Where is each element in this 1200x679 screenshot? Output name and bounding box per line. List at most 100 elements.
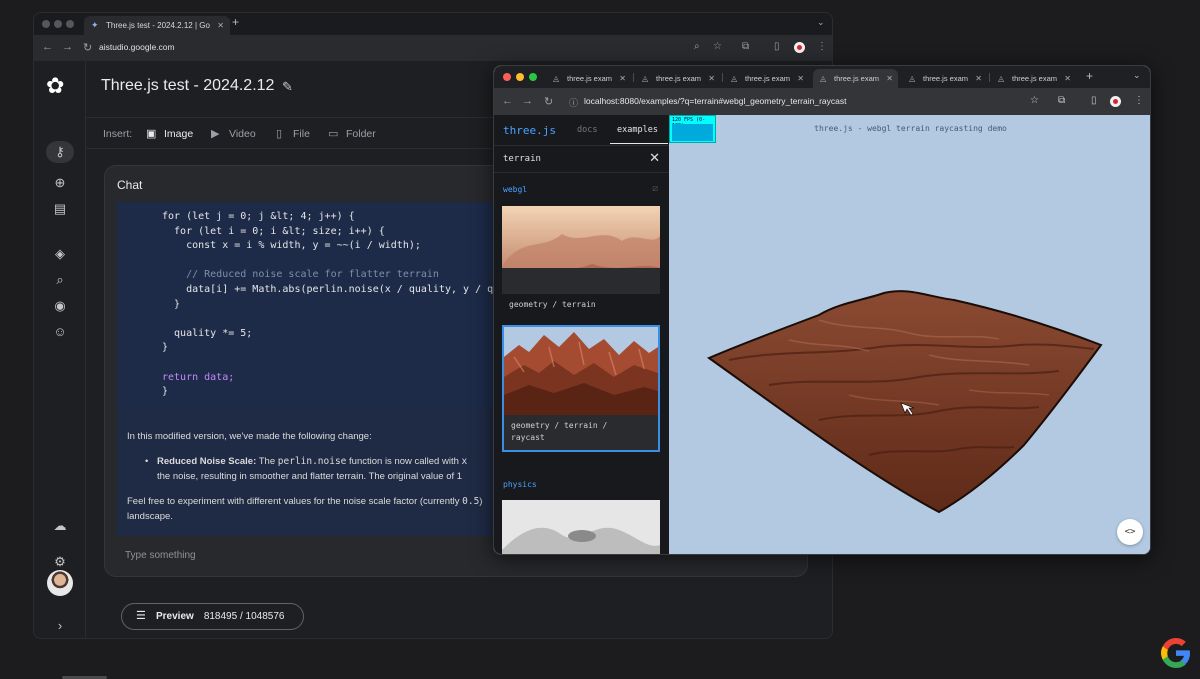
- tab-search-icon[interactable]: ⌄: [817, 17, 825, 28]
- browser-tab-active[interactable]: ✦ Three.js test - 2024.2.12 | Go ✕: [84, 16, 230, 35]
- cloud-icon[interactable]: ☁: [52, 518, 68, 534]
- back-icon[interactable]: ←: [502, 95, 513, 107]
- close-window-dot[interactable]: [42, 20, 50, 28]
- open-source-icon[interactable]: ⧄: [652, 183, 658, 194]
- profile-avatar[interactable]: [1110, 96, 1121, 107]
- inline-code: perlin.noise: [277, 456, 347, 467]
- profile-avatar[interactable]: [794, 42, 805, 53]
- bullet-dot: •: [145, 456, 149, 467]
- zoom-window-dot[interactable]: [66, 20, 74, 28]
- prompt-title: Three.js test - 2024.2.12: [101, 77, 275, 94]
- address-bar: ← → ↻ aistudio.google.com ⌕ ☆ ⧉ ▯ ⋮: [34, 35, 832, 61]
- browser-tab[interactable]: ◬ three.js exam ✕: [635, 69, 720, 88]
- code-line: for (let i = 0; i &lt; size; i++) {: [162, 225, 385, 237]
- docs-search-icon[interactable]: ⌕: [52, 272, 68, 288]
- browser-tab[interactable]: ◬ three.js exam ✕: [724, 69, 809, 88]
- folder-icon[interactable]: ▭: [328, 127, 338, 140]
- bookmark-star-icon[interactable]: ☆: [713, 41, 722, 52]
- browser-tab-active[interactable]: ◬ three.js exam ✕: [813, 69, 898, 88]
- chat-input[interactable]: Type something: [125, 550, 196, 561]
- example-search[interactable]: terrain ✕: [494, 145, 669, 173]
- discord-icon[interactable]: ☺: [52, 324, 68, 340]
- new-tab-icon[interactable]: +: [232, 15, 239, 29]
- reload-icon[interactable]: ↻: [83, 41, 92, 54]
- tutorial-icon[interactable]: ◈: [52, 246, 68, 262]
- reload-icon[interactable]: ↻: [544, 95, 553, 108]
- threejs-logo[interactable]: three.js: [503, 124, 556, 137]
- video-icon[interactable]: ▶: [211, 127, 219, 140]
- view-source-button[interactable]: <>: [1117, 519, 1143, 545]
- image-icon[interactable]: ▣: [146, 127, 156, 140]
- close-window-dot[interactable]: [503, 73, 511, 81]
- minimize-window-dot[interactable]: [516, 73, 524, 81]
- preview-button[interactable]: ☰ Preview 818495 / 1048576: [121, 603, 304, 630]
- ai-studio-logo-icon[interactable]: ✿: [46, 73, 64, 99]
- closing-text: Feel free to experiment with different v…: [127, 496, 460, 507]
- insert-folder-button[interactable]: Folder: [346, 128, 376, 140]
- closing-line-2: landscape.: [127, 511, 173, 522]
- browser-tab[interactable]: ◬ three.js exam ✕: [546, 69, 631, 88]
- tab-title: three.js exam: [567, 74, 613, 83]
- create-new-icon[interactable]: ⊕: [52, 175, 68, 191]
- example-card-physics[interactable]: [502, 500, 660, 554]
- back-icon[interactable]: ←: [42, 41, 53, 53]
- close-tab-icon[interactable]: ✕: [619, 69, 626, 88]
- lightbulb-icon[interactable]: ◉: [52, 298, 68, 314]
- category-webgl: webgl: [503, 185, 528, 194]
- side-panel-icon[interactable]: ▯: [774, 41, 780, 52]
- 3d-viewport[interactable]: three.js - webgl terrain raycasting demo…: [669, 115, 1151, 555]
- chat-header: Chat: [117, 178, 143, 192]
- forward-icon[interactable]: →: [62, 41, 73, 53]
- browser-tab[interactable]: ◬ three.js exam ✕: [902, 69, 987, 88]
- expand-rail-chevron-icon[interactable]: ›: [52, 618, 68, 634]
- extensions-icon[interactable]: ⧉: [1058, 95, 1065, 106]
- minimize-window-dot[interactable]: [54, 20, 62, 28]
- browser-tab[interactable]: ◬ three.js exam ✕: [991, 69, 1076, 88]
- file-icon[interactable]: ▯: [276, 127, 282, 140]
- extensions-icon[interactable]: ⧉: [742, 41, 749, 52]
- site-info-icon[interactable]: ⓘ: [569, 96, 578, 109]
- google-logo-icon: [1161, 638, 1190, 668]
- fps-stats-panel[interactable]: 120 FPS (0-120): [669, 115, 716, 143]
- insert-video-button[interactable]: Video: [229, 128, 256, 140]
- library-icon[interactable]: ▤: [52, 201, 68, 217]
- settings-gear-icon[interactable]: ⚙: [52, 554, 68, 570]
- close-tab-icon[interactable]: ✕: [708, 69, 715, 88]
- physics-thumbnail: [502, 500, 660, 554]
- tab-examples[interactable]: examples: [617, 125, 658, 135]
- bookmark-star-icon[interactable]: ☆: [1030, 95, 1039, 106]
- side-panel-icon[interactable]: ▯: [1091, 95, 1097, 106]
- insert-image-button[interactable]: Image: [164, 128, 193, 140]
- tab-docs[interactable]: docs: [577, 125, 597, 135]
- tab-title: Three.js test - 2024.2.12 | Go: [106, 21, 210, 30]
- threejs-favicon-icon: ◬: [642, 74, 649, 83]
- close-tab-icon[interactable]: ✕: [1064, 69, 1071, 88]
- code-line: const x = i % width, y = ~~(i / width);: [162, 240, 421, 252]
- url-field[interactable]: aistudio.google.com: [99, 42, 175, 52]
- browser-menu-icon[interactable]: ⋮: [1134, 95, 1144, 106]
- close-tab-icon[interactable]: ✕: [975, 69, 982, 88]
- insert-file-button[interactable]: File: [293, 128, 310, 140]
- edit-title-pencil-icon[interactable]: ✎: [282, 79, 293, 95]
- zoom-icon[interactable]: ⌕: [694, 41, 700, 52]
- card-caption-line-2: raycast: [511, 433, 545, 442]
- user-avatar[interactable]: [47, 570, 73, 596]
- tab-search-icon[interactable]: ⌄: [1133, 70, 1141, 81]
- terrain-thumbnail: [502, 206, 660, 268]
- example-card-terrain[interactable]: geometry / terrain: [502, 206, 660, 309]
- zoom-window-dot[interactable]: [529, 73, 537, 81]
- search-input[interactable]: terrain: [503, 154, 541, 164]
- code-line: quality *= 5;: [162, 327, 253, 339]
- url-field[interactable]: localhost:8080/examples/?q=terrain#webgl…: [584, 96, 846, 106]
- browser-menu-icon[interactable]: ⋮: [817, 41, 827, 52]
- clear-search-icon[interactable]: ✕: [649, 150, 660, 166]
- forward-icon[interactable]: →: [522, 95, 533, 107]
- terrain-mesh[interactable]: [669, 115, 1151, 555]
- close-tab-icon[interactable]: ✕: [886, 69, 893, 88]
- close-tab-icon[interactable]: ✕: [797, 69, 804, 88]
- bullet-line-2: the noise, resulting in smoother and fla…: [157, 471, 463, 482]
- get-api-key-icon[interactable]: ⚷: [46, 141, 74, 163]
- close-tab-icon[interactable]: ✕: [217, 16, 224, 35]
- example-card-terrain-raycast[interactable]: geometry / terrain / raycast: [502, 325, 660, 452]
- new-tab-icon[interactable]: +: [1086, 69, 1093, 83]
